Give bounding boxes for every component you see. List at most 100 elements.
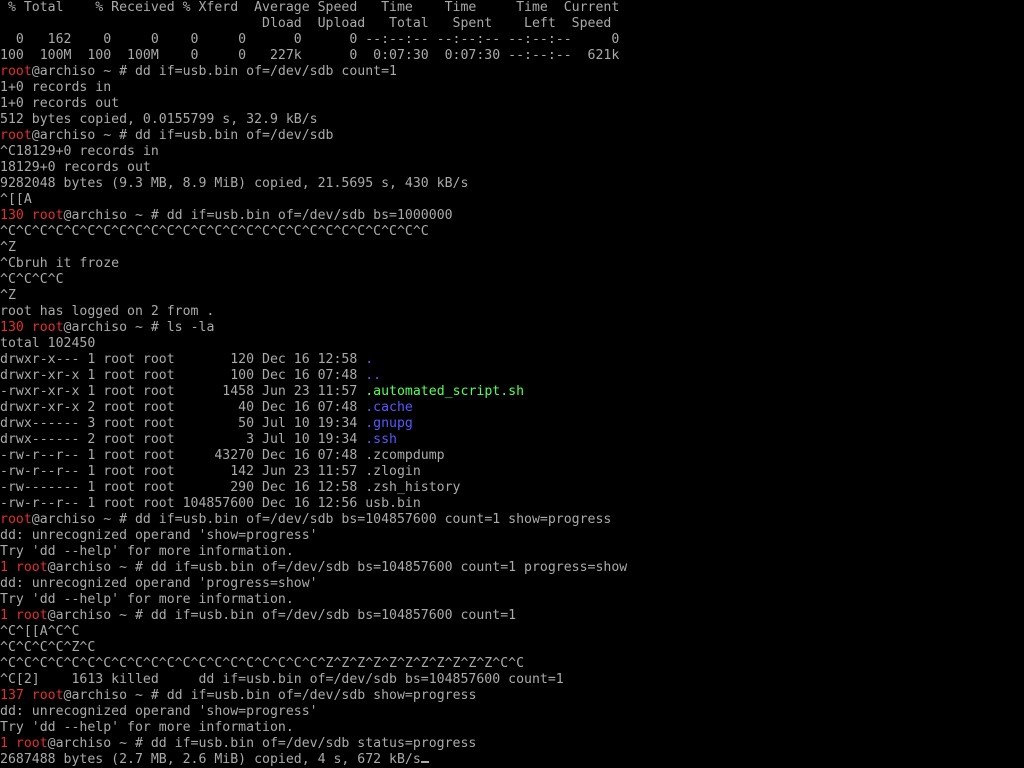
terminal-text: dd: unrecognized operand 'progress=show' xyxy=(0,576,318,591)
terminal-text: % Total % Received % Xferd Average Speed… xyxy=(0,0,620,15)
terminal-line: ^[[A xyxy=(0,192,1024,208)
terminal-line: root@archiso ~ # dd if=usb.bin of=/dev/s… xyxy=(0,512,1024,528)
terminal-text: ^C18129+0 records in xyxy=(0,144,159,159)
terminal-line: 1 root@archiso ~ # dd if=usb.bin of=/dev… xyxy=(0,608,1024,624)
file-name: . xyxy=(365,352,374,367)
terminal-line: -rwxr-xr-x 1 root root 1458 Jun 23 11:57… xyxy=(0,384,1024,400)
terminal-text: @archiso ~ # dd if=usb.bin of=/dev/sdb xyxy=(31,128,334,143)
terminal-text: @archiso ~ # dd if=usb.bin of=/dev/sdb s… xyxy=(47,736,477,751)
prompt-user: root xyxy=(0,512,32,527)
prompt-user: 137 root xyxy=(0,688,64,703)
prompt-user: 130 root xyxy=(0,208,64,223)
terminal-line: root has logged on 2 from . xyxy=(0,304,1024,320)
terminal-line: root@archiso ~ # dd if=usb.bin of=/dev/s… xyxy=(0,128,1024,144)
terminal-line: 137 root@archiso ~ # dd if=usb.bin of=/d… xyxy=(0,688,1024,704)
terminal-text: drwxr-xr-x 2 root root 40 Dec 16 07:48 xyxy=(0,400,366,415)
terminal-text: -rw-r--r-- 1 root root 43270 Dec 16 07:4… xyxy=(0,448,445,463)
file-name: .gnupg xyxy=(365,416,413,431)
terminal-text: ^C^C^C^C^C^C^C^C^C^C^C^C^C^C^C^C^C^C^C^C… xyxy=(0,224,429,239)
prompt-user: root xyxy=(0,128,32,143)
terminal-text: @archiso ~ # dd if=usb.bin of=/dev/sdb b… xyxy=(47,608,517,623)
terminal-line: Try 'dd --help' for more information. xyxy=(0,544,1024,560)
terminal-text: Try 'dd --help' for more information. xyxy=(0,720,294,735)
terminal-line: 2687488 bytes (2.7 MB, 2.6 MiB) copied, … xyxy=(0,752,1024,768)
terminal-line: root@archiso ~ # dd if=usb.bin of=/dev/s… xyxy=(0,64,1024,80)
terminal-line: Try 'dd --help' for more information. xyxy=(0,720,1024,736)
terminal-text: @archiso ~ # dd if=usb.bin of=/dev/sdb c… xyxy=(31,64,397,79)
terminal-text: -rwxr-xr-x 1 root root 1458 Jun 23 11:57 xyxy=(0,384,366,399)
prompt-user: 130 root xyxy=(0,320,64,335)
terminal-line: -rw------- 1 root root 290 Dec 16 12:58 … xyxy=(0,480,1024,496)
terminal-line: dd: unrecognized operand 'show=progress' xyxy=(0,704,1024,720)
terminal-line: ^Z xyxy=(0,288,1024,304)
terminal-line: 1 root@archiso ~ # dd if=usb.bin of=/dev… xyxy=(0,560,1024,576)
terminal-text: Try 'dd --help' for more information. xyxy=(0,544,294,559)
terminal-line: drwx------ 2 root root 3 Jul 10 19:34 .s… xyxy=(0,432,1024,448)
terminal-line: ^C^C^C^C^C^C^C^C^C^C^C^C^C^C^C^C^C^C^C^C… xyxy=(0,656,1024,672)
terminal-text: 18129+0 records out xyxy=(0,160,151,175)
terminal-text: total 102450 xyxy=(0,336,96,351)
terminal-line: 0 162 0 0 0 0 0 0 --:--:-- --:--:-- --:-… xyxy=(0,32,1024,48)
terminal-line: dd: unrecognized operand 'show=progress' xyxy=(0,528,1024,544)
terminal-text: drwx------ 2 root root 3 Jul 10 19:34 xyxy=(0,432,366,447)
terminal-line: 1+0 records out xyxy=(0,96,1024,112)
terminal-line: ^C^C^C^C^Z^C xyxy=(0,640,1024,656)
terminal-line: 130 root@archiso ~ # dd if=usb.bin of=/d… xyxy=(0,208,1024,224)
terminal-text: -rw-r--r-- 1 root root 142 Jun 23 11:57 … xyxy=(0,464,421,479)
prompt-user: 1 root xyxy=(0,736,48,751)
terminal-line: total 102450 xyxy=(0,336,1024,352)
terminal-text: drwx------ 3 root root 50 Jul 10 19:34 xyxy=(0,416,366,431)
terminal-line: drwx------ 3 root root 50 Jul 10 19:34 .… xyxy=(0,416,1024,432)
terminal-text: Dload Upload Total Spent Left Speed xyxy=(0,16,612,31)
terminal-text: ^[[A xyxy=(0,192,32,207)
terminal-text: @archiso ~ # dd if=usb.bin of=/dev/sdb b… xyxy=(63,208,453,223)
terminal-text: ^Z xyxy=(0,240,16,255)
terminal-line: 512 bytes copied, 0.0155799 s, 32.9 kB/s xyxy=(0,112,1024,128)
prompt-user: root xyxy=(0,64,32,79)
terminal-line: 1+0 records in xyxy=(0,80,1024,96)
terminal-text: @archiso ~ # dd if=usb.bin of=/dev/sdb s… xyxy=(63,688,477,703)
terminal-line: ^C^C^C^C^C^C^C^C^C^C^C^C^C^C^C^C^C^C^C^C… xyxy=(0,224,1024,240)
terminal-text: ^C^C^C^C xyxy=(0,272,64,287)
terminal-text: Try 'dd --help' for more information. xyxy=(0,592,294,607)
terminal-line: drwxr-xr-x 2 root root 40 Dec 16 07:48 .… xyxy=(0,400,1024,416)
terminal-text: ^C^C^C^C^Z^C xyxy=(0,640,96,655)
terminal-text: 9282048 bytes (9.3 MB, 8.9 MiB) copied, … xyxy=(0,176,469,191)
terminal-line: drwxr-x--- 1 root root 120 Dec 16 12:58 … xyxy=(0,352,1024,368)
terminal-line: 130 root@archiso ~ # ls -la xyxy=(0,320,1024,336)
terminal-text: 0 162 0 0 0 0 0 0 --:--:-- --:--:-- --:-… xyxy=(0,32,620,47)
terminal-text: dd: unrecognized operand 'show=progress' xyxy=(0,528,318,543)
text-cursor xyxy=(420,761,429,763)
terminal-text: drwxr-x--- 1 root root 120 Dec 16 12:58 xyxy=(0,352,366,367)
terminal-text: ^C^[[A^C^C xyxy=(0,624,80,639)
terminal-text: @archiso ~ # dd if=usb.bin of=/dev/sdb b… xyxy=(31,512,612,527)
terminal-text: -rw------- 1 root root 290 Dec 16 12:58 … xyxy=(0,480,461,495)
terminal-line: ^C[2] 1613 killed dd if=usb.bin of=/dev/… xyxy=(0,672,1024,688)
terminal-text: 1+0 records out xyxy=(0,96,120,111)
terminal-text: 2687488 bytes (2.7 MB, 2.6 MiB) copied, … xyxy=(0,752,421,767)
terminal-text: 1+0 records in xyxy=(0,80,112,95)
file-name: .. xyxy=(365,368,382,383)
terminal-text: root has logged on 2 from . xyxy=(0,304,215,319)
terminal-text: 512 bytes copied, 0.0155799 s, 32.9 kB/s xyxy=(0,112,318,127)
terminal-text: ^C[2] 1613 killed dd if=usb.bin of=/dev/… xyxy=(0,672,564,687)
terminal-line: ^Z xyxy=(0,240,1024,256)
terminal-line: 18129+0 records out xyxy=(0,160,1024,176)
file-name: .automated_script.sh xyxy=(365,384,525,399)
terminal-line: -rw-r--r-- 1 root root 142 Jun 23 11:57 … xyxy=(0,464,1024,480)
prompt-user: 1 root xyxy=(0,608,48,623)
terminal-line: dd: unrecognized operand 'progress=show' xyxy=(0,576,1024,592)
file-name: .cache xyxy=(365,400,413,415)
terminal-line: % Total % Received % Xferd Average Speed… xyxy=(0,0,1024,16)
terminal-line: -rw-r--r-- 1 root root 43270 Dec 16 07:4… xyxy=(0,448,1024,464)
terminal-line: ^C^[[A^C^C xyxy=(0,624,1024,640)
terminal-line: Try 'dd --help' for more information. xyxy=(0,592,1024,608)
terminal-text: @archiso ~ # ls -la xyxy=(63,320,215,335)
terminal-line: ^C18129+0 records in xyxy=(0,144,1024,160)
terminal-text: @archiso ~ # dd if=usb.bin of=/dev/sdb b… xyxy=(47,560,628,575)
terminal-line: ^Cbruh it froze xyxy=(0,256,1024,272)
terminal-text: ^C^C^C^C^C^C^C^C^C^C^C^C^C^C^C^C^C^C^C^C… xyxy=(0,656,525,671)
file-name: .ssh xyxy=(365,432,397,447)
terminal-console[interactable]: % Total % Received % Xferd Average Speed… xyxy=(0,0,1024,768)
terminal-line: drwxr-xr-x 1 root root 100 Dec 16 07:48 … xyxy=(0,368,1024,384)
